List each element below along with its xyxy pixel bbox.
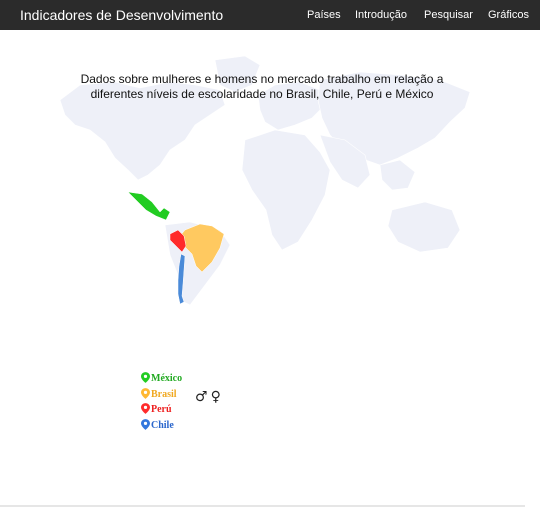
map-title: Dados sobre mulheres e homens no mercado… — [80, 72, 444, 101]
female-symbol-icon[interactable]: ♀ — [211, 389, 221, 405]
legend-label-peru: Perú — [151, 404, 172, 415]
map-pin-icon — [141, 387, 150, 399]
legend-item-chile[interactable]: Chile — [141, 418, 231, 435]
male-symbol-icon[interactable]: ♂ — [195, 389, 208, 405]
top-navbar: Indicadores de Desenvolvimento Países In… — [0, 0, 540, 30]
map-pin-icon — [141, 418, 150, 430]
map-country-mexico[interactable] — [127, 191, 171, 221]
legend-item-mexico[interactable]: México — [141, 372, 231, 388]
map-australia — [387, 201, 461, 253]
legend-label-mexico: México — [151, 373, 183, 384]
nav-link-pesquisar[interactable]: Pesquisar — [424, 9, 473, 21]
legend-item-peru[interactable]: Perú — [141, 403, 231, 419]
nav-link-introducao[interactable]: Introdução — [355, 9, 407, 21]
gender-icons: ♂ ♀ — [195, 389, 224, 405]
brand-title[interactable]: Indicadores de Desenvolvimento — [20, 7, 223, 23]
nav-link-paises[interactable]: Países — [307, 9, 341, 21]
map-pin-icon — [141, 403, 150, 414]
map-southeast-asia — [379, 159, 416, 191]
legend-label-chile: Chile — [151, 419, 174, 431]
map-africa — [241, 129, 331, 251]
legend-label-brasil: Brasil — [151, 388, 177, 400]
map-pin-icon — [141, 372, 150, 383]
nav-link-graficos[interactable]: Gráficos — [488, 9, 529, 21]
footer-divider — [0, 505, 525, 507]
